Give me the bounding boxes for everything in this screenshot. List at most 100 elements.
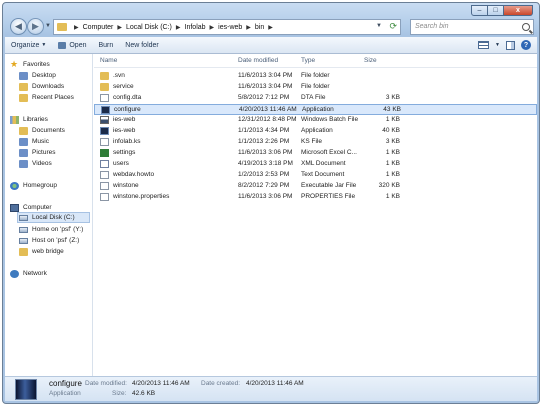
change-view-icon[interactable] <box>478 41 490 49</box>
nav-libraries[interactable]: Libraries <box>10 114 48 125</box>
breadcrumb-computer[interactable]: Computer <box>83 24 114 31</box>
breadcrumb-separator-icon[interactable]: ▶ <box>210 24 215 31</box>
nav-music[interactable]: Music <box>19 136 49 147</box>
file-size: 1 KB <box>385 116 400 123</box>
breadcrumb-separator-icon[interactable]: ▶ <box>117 24 122 31</box>
file-size: 40 KB <box>382 127 400 134</box>
file-name: ies-web <box>113 116 136 123</box>
nav-documents[interactable]: Documents <box>19 125 65 136</box>
homegroup-icon <box>10 181 19 190</box>
details-created-label: Date created: <box>201 380 241 387</box>
file-row[interactable]: winstone 8/2/2012 7:29 PM Executable Jar F… <box>94 181 537 192</box>
file-row[interactable]: infolab.ks 1/1/2013 2:26 PM KS File 3 KB <box>94 137 537 148</box>
file-row[interactable]: winstone.properties 11/6/2013 3:06 PM PROP… <box>94 192 537 203</box>
file-name: winstone.properties <box>113 193 170 200</box>
music-icon <box>19 137 28 146</box>
view-options-chevron-icon[interactable]: ▼ <box>495 42 500 48</box>
details-size-value: 42.6 KB <box>132 390 156 397</box>
network-icon <box>10 269 19 278</box>
network-drive-icon <box>19 226 28 233</box>
nav-favorites[interactable]: ★ Favorites <box>10 59 50 70</box>
back-button[interactable]: ◀ <box>10 18 27 35</box>
network-drive-icon <box>19 237 28 244</box>
caption-buttons: – □ x <box>471 5 533 16</box>
file-row[interactable]: configure 4/20/2013 11:46 AM Application 43… <box>94 104 537 115</box>
nav-recent-places[interactable]: Recent Places <box>19 92 74 103</box>
nav-homegroup[interactable]: Homegroup <box>10 180 57 191</box>
column-header-date-modified[interactable]: Date modified <box>238 57 278 64</box>
file-row[interactable]: service 11/6/2013 3:04 PM File folder <box>94 82 537 93</box>
forward-button[interactable]: ▶ <box>27 18 44 35</box>
details-modified-label: Date modified: <box>85 380 127 387</box>
nav-desktop[interactable]: Desktop <box>19 70 56 81</box>
documents-icon <box>19 126 28 135</box>
breadcrumb-bin[interactable]: bin <box>255 24 264 31</box>
nav-label: Local Disk (C:) <box>32 214 75 221</box>
nav-network[interactable]: Network <box>10 268 47 279</box>
nav-downloads[interactable]: Downloads <box>19 81 64 92</box>
videos-icon <box>19 159 28 168</box>
nav-home-on-psf[interactable]: Home on 'psf' (Y:) <box>19 224 83 235</box>
nav-pictures[interactable]: Pictures <box>19 147 55 158</box>
new-folder-button[interactable]: New folder <box>119 42 164 49</box>
search-icon[interactable] <box>522 23 530 31</box>
refresh-icon[interactable]: ⟳ <box>389 21 397 32</box>
address-dropdown-icon[interactable]: ▼ <box>376 23 382 29</box>
star-icon: ★ <box>10 59 19 69</box>
file-type: File folder <box>301 72 330 79</box>
details-modified-value: 4/20/2013 11:46 AM <box>132 380 190 387</box>
file-row[interactable]: .svn 11/6/2013 3:04 PM File folder <box>94 71 537 82</box>
file-name: service <box>113 83 134 90</box>
nav-label: Homegroup <box>23 182 57 189</box>
file-date-modified: 8/2/2012 7:29 PM <box>238 182 290 189</box>
file-size: 1 KB <box>385 193 400 200</box>
breadcrumb-separator-icon[interactable]: ▶ <box>246 24 251 31</box>
nav-local-disk[interactable]: Local Disk (C:) <box>17 212 90 223</box>
address-bar[interactable]: ▶ Computer ▶ Local Disk (C:) ▶ Infolab ▶… <box>53 19 401 35</box>
file-type: DTA File <box>301 94 326 101</box>
maximize-button[interactable]: □ <box>488 5 504 16</box>
nav-host-on-psf[interactable]: Host on 'psf' (Z:) <box>19 235 79 246</box>
column-header-name[interactable]: Name <box>100 57 117 64</box>
open-button[interactable]: Open <box>52 41 92 49</box>
column-header-size[interactable]: Size <box>364 57 377 64</box>
preview-pane-icon[interactable] <box>506 40 515 50</box>
breadcrumb-ies-web[interactable]: ies-web <box>218 24 242 31</box>
nav-videos[interactable]: Videos <box>19 158 52 169</box>
explorer-window: – □ x ◀ ▶ ▼ ▶ Computer ▶ Local Disk (C:)… <box>2 2 540 404</box>
breadcrumb-separator-icon[interactable]: ▶ <box>176 24 181 31</box>
file-date-modified: 11/6/2013 3:06 PM <box>238 149 293 156</box>
file-type: XML Document <box>301 160 346 167</box>
file-row[interactable]: ies-web 1/1/2013 4:34 PM Application 40 KB <box>94 126 537 137</box>
close-button[interactable]: x <box>504 5 533 16</box>
file-row[interactable]: settings 11/6/2013 3:06 PM Microsoft Excel… <box>94 148 537 159</box>
file-size: 320 KB <box>378 182 400 189</box>
breadcrumb-separator-icon[interactable]: ▶ <box>74 24 79 31</box>
breadcrumb-infolab[interactable]: Infolab <box>185 24 206 31</box>
file-row[interactable]: config.dta 5/8/2012 7:12 PM DTA File 3 KB <box>94 93 537 104</box>
burn-button[interactable]: Burn <box>92 42 119 49</box>
help-icon[interactable]: ? <box>521 40 531 50</box>
file-row[interactable]: users 4/19/2013 3:18 PM XML Document 1 KB <box>94 159 537 170</box>
minimize-button[interactable]: – <box>471 5 488 16</box>
doc-file-icon <box>100 171 109 179</box>
organize-label: Organize <box>11 41 40 49</box>
file-name: ies-web <box>113 127 136 134</box>
breadcrumb-local-disk[interactable]: Local Disk (C:) <box>126 24 172 31</box>
organize-button[interactable]: Organize ▼ <box>5 42 52 49</box>
doc-file-icon <box>100 138 109 146</box>
recent-pages-dropdown-icon[interactable]: ▼ <box>45 23 51 29</box>
back-arrow-icon: ◀ <box>15 21 22 31</box>
app-file-icon <box>100 127 109 135</box>
column-header-type[interactable]: Type <box>301 57 315 64</box>
file-row[interactable]: webdav.howto 1/2/2013 2:53 PM Text Documen… <box>94 170 537 181</box>
breadcrumb-separator-icon[interactable]: ▶ <box>268 24 273 31</box>
file-type: Text Document <box>301 171 345 178</box>
nav-web-bridge[interactable]: web bridge <box>19 246 64 257</box>
chevron-down-icon: ▼ <box>41 42 47 48</box>
file-date-modified: 12/31/2012 8:48 PM <box>238 116 297 123</box>
file-date-modified: 1/1/2013 4:34 PM <box>238 127 290 134</box>
application-thumbnail-icon <box>15 379 37 400</box>
file-row[interactable]: ies-web 12/31/2012 8:48 PM Windows Batch F… <box>94 115 537 126</box>
search-input[interactable]: Search bin <box>410 19 534 35</box>
